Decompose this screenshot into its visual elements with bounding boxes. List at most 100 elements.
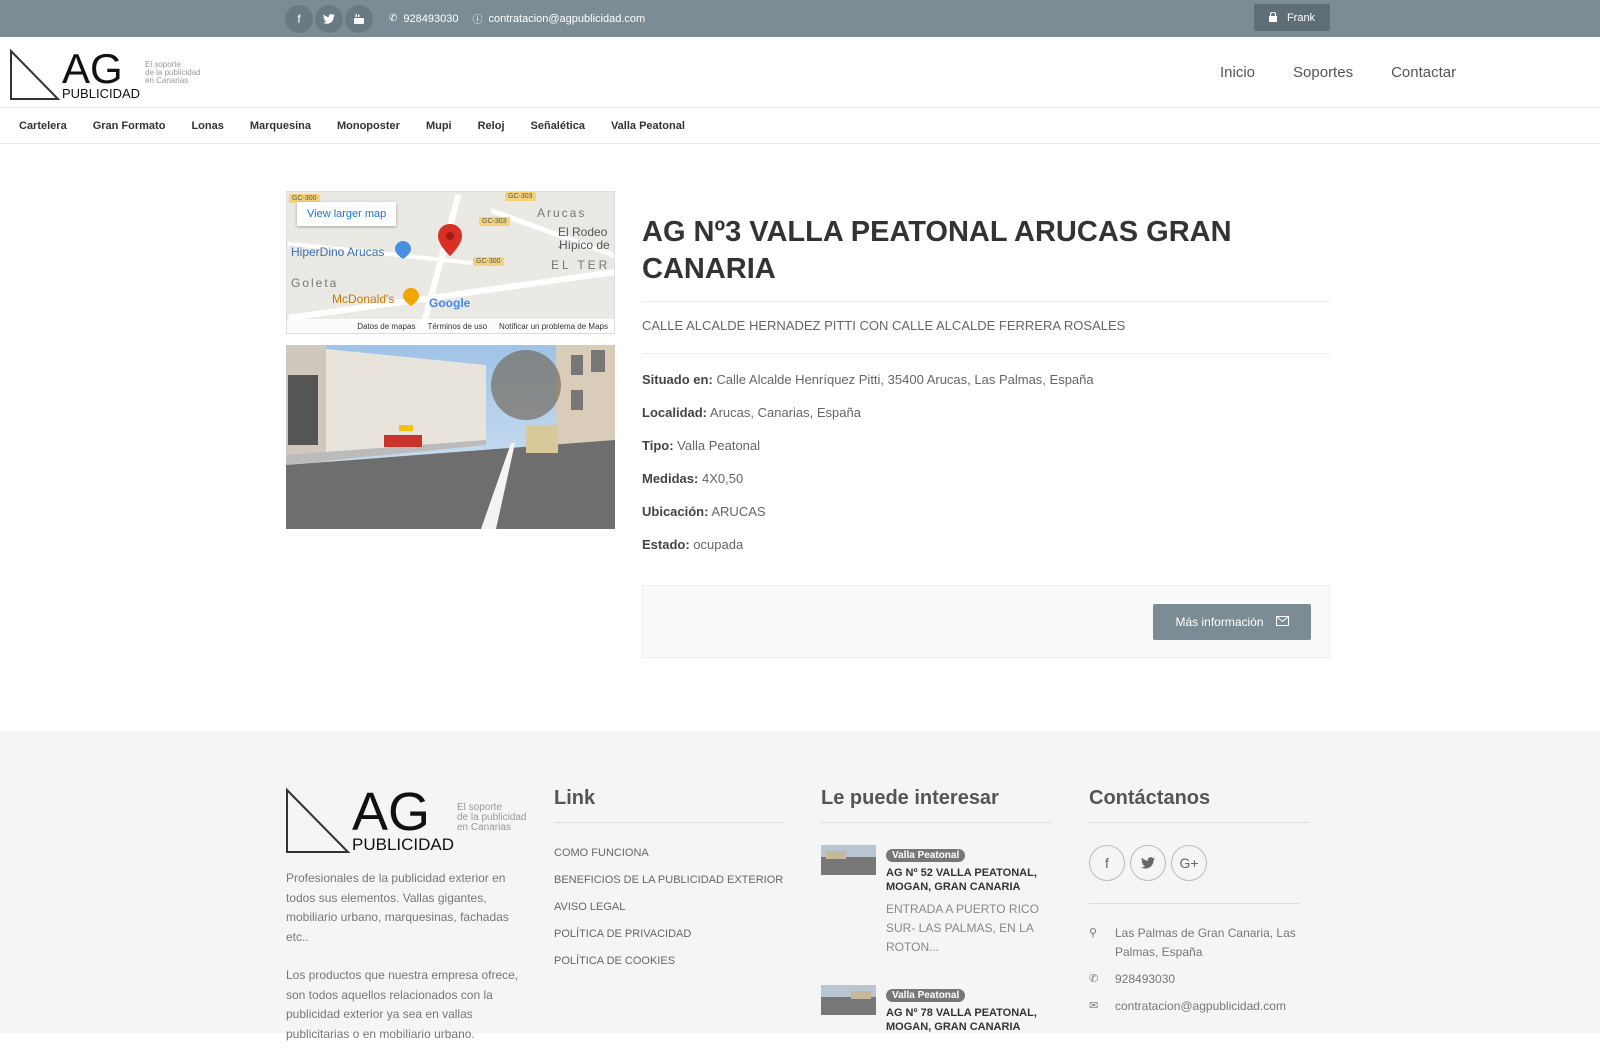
category-marquesina[interactable]: Marquesina [250, 120, 311, 132]
category-reloj[interactable]: Reloj [478, 120, 505, 132]
spec-value: Calle Alcalde Henríquez Pitti, 35400 Aru… [716, 372, 1094, 387]
youtube-icon[interactable] [345, 4, 373, 33]
footer-logo[interactable]: AG PUBLICIDAD El soporte de la publicida… [286, 782, 530, 854]
contact-heading: Contáctanos [1089, 787, 1211, 809]
user-login-button[interactable]: Frank [1254, 4, 1330, 31]
related-post[interactable]: Valla Peatonal AG Nº 78 VALLA PEATONAL, … [821, 985, 1061, 1034]
divider [821, 822, 1051, 823]
footer-link-cookies[interactable]: POLÍTICA DE COOKIES [554, 955, 794, 967]
map-report-link[interactable]: Notificar un problema de Maps [499, 322, 608, 331]
view-larger-map-link[interactable]: View larger map [297, 202, 397, 226]
google-plus-icon[interactable]: G+ [1171, 845, 1207, 881]
twitter-icon[interactable] [315, 4, 343, 33]
post-thumbnail[interactable] [821, 985, 876, 1015]
more-info-button[interactable]: Más información [1153, 604, 1311, 640]
post-category-badge[interactable]: Valla Peatonal [886, 849, 966, 862]
map-label: Arucas [537, 206, 587, 220]
post-title[interactable]: AG Nº 78 VALLA PEATONAL, MOGAN, GRAN CAN… [886, 1006, 1061, 1034]
spec-tipo: Tipo: Valla Peatonal [642, 438, 1330, 453]
svg-text:PUBLICIDAD: PUBLICIDAD [352, 835, 454, 854]
svg-text:PUBLICIDAD: PUBLICIDAD [62, 86, 140, 101]
site-logo[interactable]: AG PUBLICIDAD El soporte de la publicida… [10, 45, 210, 101]
address-text: Las Palmas de Gran Canaria, Las Palmas, … [1115, 926, 1296, 959]
phone-icon: ✆ [1089, 973, 1099, 985]
spec-value: ocupada [693, 537, 744, 552]
listing-title: AG Nº3 VALLA PEATONAL ARUCAS GRAN CANARI… [642, 216, 1232, 285]
topbar-email-text: contratacion@agpublicidad.com [488, 12, 646, 25]
contact-address: ⚲ Las Palmas de Gran Canaria, Las Palmas… [1089, 924, 1329, 962]
post-category-badge[interactable]: Valla Peatonal [886, 989, 966, 1002]
divider [642, 301, 1330, 302]
about-paragraph: Profesionales de la publicidad exterior … [286, 871, 509, 944]
nav-inicio[interactable]: Inicio [1220, 64, 1255, 81]
post-title[interactable]: AG Nº 52 VALLA PEATONAL, MOGAN, GRAN CAN… [886, 866, 1061, 894]
spec-situado: Situado en: Calle Alcalde Henríquez Pitt… [642, 372, 1330, 387]
interest-heading: Le puede interesar [821, 787, 999, 809]
spec-label: Situado en: [642, 372, 713, 387]
nav-contactar[interactable]: Contactar [1391, 64, 1456, 81]
category-lonas[interactable]: Lonas [191, 120, 223, 132]
location-photo [286, 345, 615, 529]
spec-label: Tipo: [642, 438, 674, 453]
category-valla-peatonal[interactable]: Valla Peatonal [611, 120, 685, 132]
topbar-phone[interactable]: ✆ 928493030 [389, 13, 458, 25]
map-label: EL TER [551, 258, 611, 272]
svg-text:en Canarias: en Canarias [145, 76, 188, 85]
twitter-icon[interactable] [1130, 845, 1166, 881]
map-road-tag: GC-303 [479, 217, 510, 226]
category-cartelera[interactable]: Cartelera [19, 120, 67, 132]
user-login-label: Frank [1286, 11, 1316, 24]
nav-soportes[interactable]: Soportes [1293, 64, 1353, 81]
envelope-icon [1275, 615, 1289, 629]
category-monoposter[interactable]: Monoposter [337, 120, 400, 132]
info-icon: ⓘ [472, 15, 483, 26]
post-thumbnail[interactable] [821, 845, 876, 875]
envelope-icon: ✉ [1089, 1000, 1099, 1012]
category-mupi[interactable]: Mupi [426, 120, 452, 132]
location-map[interactable]: GC-300 GC-303 GC-303 GC-300 View larger … [286, 191, 615, 334]
footer-about: Profesionales de la publicidad exterior … [286, 869, 526, 1063]
site-footer: AG PUBLICIDAD El soporte de la publicida… [0, 731, 1600, 1041]
listing-details: AG Nº3 VALLA PEATONAL ARUCAS GRAN CANARI… [642, 214, 1330, 552]
facebook-icon[interactable]: f [285, 4, 313, 33]
footer-link-aviso-legal[interactable]: AVISO LEGAL [554, 901, 794, 913]
phone-text: 928493030 [1115, 972, 1176, 986]
category-senaletica[interactable]: Señalética [531, 120, 585, 132]
google-logo: Google [429, 296, 471, 310]
footer-link-como-funciona[interactable]: COMO FUNCIONA [554, 847, 794, 859]
spec-label: Medidas: [642, 471, 699, 486]
restaurant-pin-icon [403, 288, 419, 311]
map-marker-icon: ⚲ [1089, 927, 1098, 939]
facebook-icon[interactable]: f [1089, 845, 1125, 881]
footer-interest-column: Le puede interesar Valla Peatonal AG Nº … [821, 731, 1061, 1034]
footer-link-beneficios[interactable]: BENEFICIOS DE LA PUBLICIDAD EXTERIOR [554, 874, 794, 886]
related-post[interactable]: Valla Peatonal AG Nº 52 VALLA PEATONAL, … [821, 845, 1061, 957]
svg-text:en Canarias: en Canarias [457, 822, 511, 833]
spec-localidad: Localidad: Arucas, Canarias, España [642, 405, 1330, 420]
site-header: AG PUBLICIDAD El soporte de la publicida… [0, 37, 1600, 108]
post-excerpt: ENTRADA A PUERTO RICO SUR- LAS PALMAS, E… [886, 902, 1039, 954]
more-info-label: Más información [1175, 615, 1264, 629]
map-label: Goleta [291, 276, 339, 290]
category-gran-formato[interactable]: Gran Formato [93, 120, 166, 132]
map-terms-link[interactable]: Términos de uso [427, 322, 487, 331]
footer-contact-column: Contáctanos f G+ ⚲ Las Palmas de Gran Ca… [1089, 731, 1329, 1016]
contact-phone[interactable]: ✆ 928493030 [1089, 970, 1329, 989]
map-label: Hípico de [559, 238, 610, 252]
map-label: HiperDino Arucas [291, 245, 385, 259]
footer-link-privacidad[interactable]: POLÍTICA DE PRIVACIDAD [554, 928, 794, 940]
map-pin-icon [438, 224, 462, 261]
about-paragraph: Los productos que nuestra empresa ofrece… [286, 968, 519, 1041]
links-heading: Link [554, 787, 596, 809]
map-road [418, 193, 462, 333]
map-data-link[interactable]: Datos de mapas [357, 322, 415, 331]
map-label: McDonald's [332, 292, 395, 306]
lock-icon [1268, 10, 1277, 24]
topbar-email[interactable]: ⓘ contratacion@agpublicidad.com [472, 11, 646, 27]
contact-email[interactable]: ✉ contratacion@agpublicidad.com [1089, 997, 1329, 1016]
spec-value: Valla Peatonal [677, 438, 761, 453]
spec-medidas: Medidas: 4X0,50 [642, 471, 1330, 486]
spec-value: 4X0,50 [701, 471, 744, 486]
category-nav: Cartelera Gran Formato Lonas Marquesina … [0, 108, 1600, 144]
email-text: contratacion@agpublicidad.com [1115, 999, 1286, 1013]
